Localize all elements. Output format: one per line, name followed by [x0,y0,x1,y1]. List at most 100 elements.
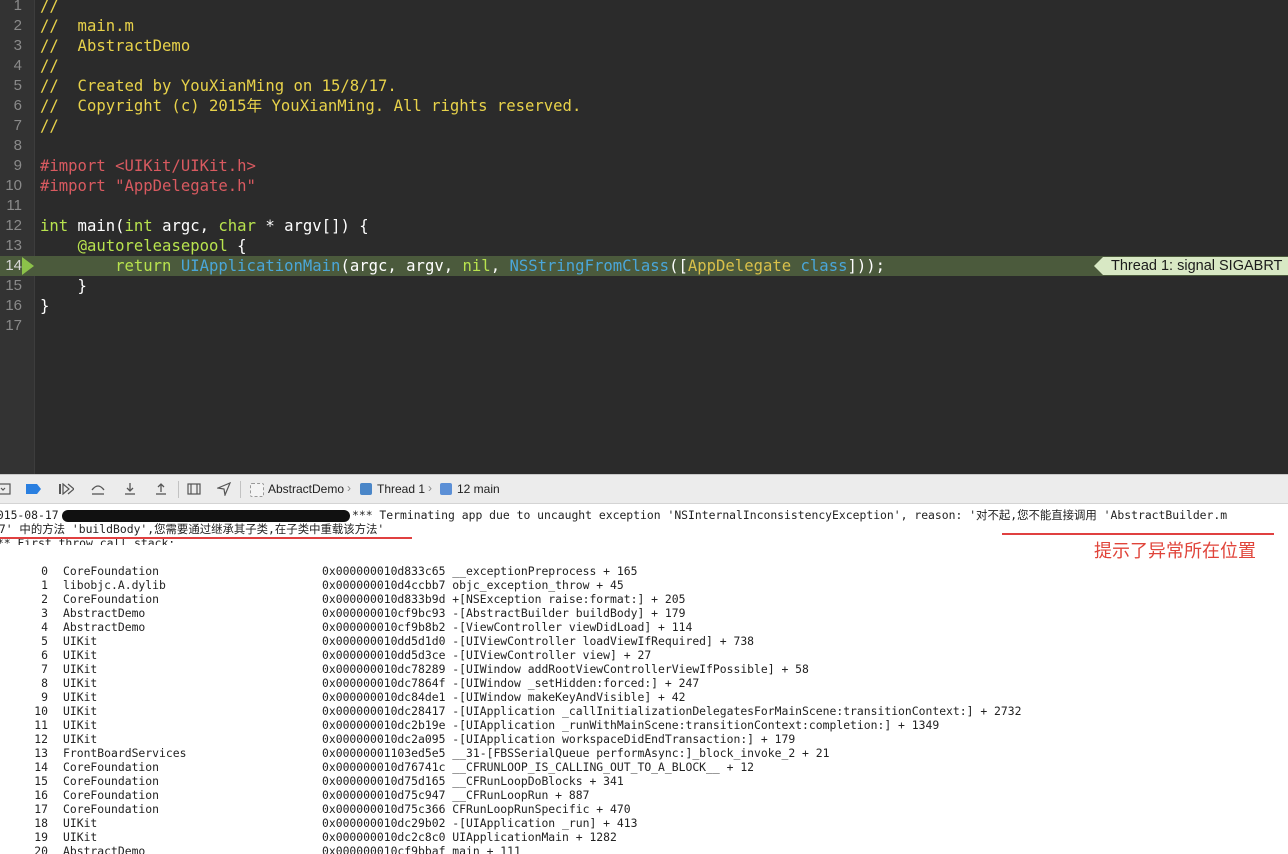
line-number: 12 [5,217,22,234]
stack-frame-number: 13 [34,746,48,760]
stack-frame-address: 0x000000010d833b9d +[NSException raise:f… [322,592,686,606]
redacted-block [62,510,350,522]
code-text: } [40,297,50,315]
stack-frame-address: 0x000000010dc2c8c0 UIApplicationMain + 1… [322,830,617,844]
code-text: // Copyright (c) 2015年 YouXianMing. All … [40,97,582,115]
code-line[interactable]: 15 } [0,276,1288,296]
line-number: 9 [13,157,22,174]
code-line[interactable]: 8 [0,136,1288,156]
step-into-icon[interactable] [122,481,138,497]
code-line[interactable]: 11 [0,196,1288,216]
line-number: 4 [13,57,22,74]
code-line[interactable]: 6 // Copyright (c) 2015年 YouXianMing. All… [0,96,1288,116]
stack-frame-library: AbstractDemo [63,620,146,634]
stack-frame-library: UIKit [63,676,98,690]
console-line-1: *** Terminating app due to uncaught exce… [352,508,1228,522]
stack-frame-number: 9 [41,690,48,704]
stack-frame-address: 0x000000010d75c947 __CFRunLoopRun + 887 [322,788,590,802]
toolbar-divider [178,481,179,498]
code-text: // [40,117,59,135]
stack-frame-address: 0x000000010d833c65 __exceptionPreprocess… [322,564,638,578]
error-underline-1 [1002,533,1274,535]
stack-frame-library: libobjc.A.dylib [63,578,166,592]
code-text: #import "AppDelegate.h" [40,177,256,195]
instruction-pointer-icon[interactable] [22,257,34,275]
thread-signal-badge[interactable]: Thread 1: signal SIGABRT [1093,257,1288,275]
code-line[interactable]: 13 @autoreleasepool { [0,236,1288,256]
line-number: 3 [13,37,22,54]
code-line[interactable]: 7 // [0,116,1288,136]
stack-frame-number: 11 [34,718,48,732]
stack-frame-number: 19 [34,830,48,844]
stack-frame-address: 0x000000010dc28417 -[UIApplication _call… [322,704,1022,718]
code-line[interactable]: 4 // [0,56,1288,76]
stack-frame-library: CoreFoundation [63,774,160,788]
breakpoints-toggle-icon[interactable] [26,481,42,497]
breadcrumb-thread[interactable]: Thread 1 [377,482,425,497]
annotation-label: 提示了异常所在位置 [1094,541,1256,561]
stack-frame-library: CoreFoundation [63,564,160,578]
code-line[interactable]: 1 // [0,0,1288,16]
code-line[interactable]: 10 #import "AppDelegate.h" [0,176,1288,196]
stack-frame-address: 0x000000010cf9bc93 -[AbstractBuilder bui… [322,606,686,620]
code-text: return UIApplicationMain(argc, argv, nil… [115,257,886,275]
stack-frame-number: 17 [34,802,48,816]
code-line[interactable]: 12 int main(int argc, char * argv[]) { [0,216,1288,236]
stack-frame-library: UIKit [63,690,98,704]
chevron-right-icon: › [347,481,351,495]
stack-frame-number: 8 [41,676,48,690]
console-toggle-icon[interactable] [0,481,12,497]
error-underline-2 [0,537,412,539]
stack-frame-address: 0x000000010d75c366 CFRunLoopRunSpecific … [322,802,631,816]
code-line[interactable]: 3 // AbstractDemo [0,36,1288,56]
code-line[interactable]: 2 // main.m [0,16,1288,36]
stack-frame-address: 0x000000010d76741c __CFRUNLOOP_IS_CALLIN… [322,760,755,774]
line-number: 7 [13,117,22,134]
stack-frame-number: 2 [41,592,48,606]
stack-frame-library: UIKit [63,732,98,746]
stack-frame-address: 0x00000001103ed5e5 __31-[FBSSerialQueue … [322,746,830,760]
debug-console[interactable]: 2015-08-17 *** Terminating app due to un… [0,504,1288,854]
stack-frame-address: 0x000000010d4ccbb7 objc_exception_throw … [322,578,624,592]
line-number: 15 [5,277,22,294]
code-text: // [40,0,59,15]
stack-frame-library: CoreFoundation [63,788,160,802]
code-line[interactable]: 9 #import <UIKit/UIKit.h> [0,156,1288,176]
stack-frame-address: 0x000000010dc2b19e -[UIApplication _runW… [322,718,940,732]
code-text: // main.m [40,17,134,35]
code-line[interactable]: 16} [0,296,1288,316]
code-editor[interactable]: 1 // 2 // main.m 3 // AbstractDemo 4 // 5 // Crea… [0,0,1288,474]
step-over-icon[interactable] [90,481,106,497]
line-number: 6 [13,97,22,114]
continue-icon[interactable] [58,481,74,497]
view-debugger-icon[interactable] [186,481,202,497]
line-number: 8 [13,137,22,154]
stack-frame-number: 7 [41,662,48,676]
stack-frame-number: 16 [34,788,48,802]
code-text: // Created by YouXianMing on 15/8/17. [40,77,397,95]
stack-frame-number: 12 [34,732,48,746]
code-line[interactable]: 5 // Created by YouXianMing on 15/8/17. [0,76,1288,96]
code-text: int main(int argc, char * argv[]) { [40,217,369,235]
stack-frame-address: 0x000000010dd5d3ce -[UIViewController vi… [322,648,652,662]
stack-frame-library: CoreFoundation [63,592,160,606]
debug-toolbar: AbstractDemo › Thread 1 › 12 main [0,474,1288,504]
code-text: // [40,57,59,75]
code-text: #import <UIKit/UIKit.h> [40,157,256,175]
stack-frame-library: FrontBoardServices [63,746,187,760]
line-number: 13 [5,237,22,254]
breadcrumb-frame[interactable]: 12 main [457,482,500,497]
code-line[interactable]: 14 return UIApplicationMain(argc, argv, … [0,256,1288,276]
stack-frame-library: CoreFoundation [63,760,160,774]
line-number: 17 [5,317,22,334]
line-number: 11 [6,197,22,214]
thread-icon [360,483,372,495]
code-text: // AbstractDemo [40,37,191,55]
location-icon[interactable] [216,481,232,497]
code-text: } [40,277,87,295]
line-number: 16 [5,297,22,314]
code-line[interactable]: 17 [0,316,1288,336]
stack-frame-address: 0x000000010cf9b8b2 -[ViewController view… [322,620,693,634]
step-out-icon[interactable] [153,481,169,497]
breadcrumb-project[interactable]: AbstractDemo [268,482,344,497]
